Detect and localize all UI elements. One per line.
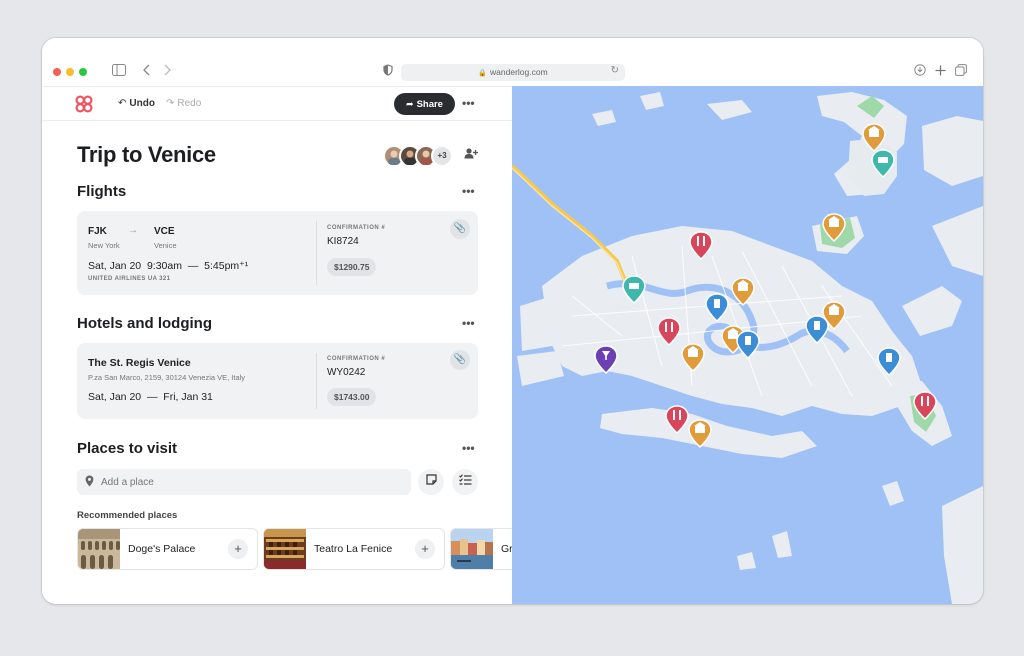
undo-label: Undo	[129, 98, 155, 109]
card-divider	[316, 221, 317, 285]
place-thumbnail	[451, 529, 493, 569]
address-bar[interactable]: 🔒 wanderlog.com ↻	[401, 64, 625, 81]
flight-card[interactable]: FJK New York → VCE Venice Sat, Jan 20 9:…	[77, 211, 478, 295]
add-place-input[interactable]	[101, 473, 401, 491]
arrival-airport-code: VCE	[154, 226, 175, 237]
trip-map[interactable]	[512, 86, 983, 604]
hotel-dates: Sat, Jan 20 — Fri, Jan 31	[88, 391, 213, 403]
flight-airline: UNITED AIRLINES UA 321	[88, 276, 171, 282]
lodging-more-icon[interactable]: •••	[462, 316, 475, 330]
trip-title[interactable]: Trip to Venice	[77, 142, 216, 168]
hotel-price[interactable]: $1743.00	[327, 388, 377, 406]
tab-overview-icon[interactable]	[955, 64, 967, 80]
redo-label: Redo	[177, 98, 202, 109]
places-more-icon[interactable]: •••	[462, 441, 475, 455]
venice-map-graphic[interactable]	[512, 86, 983, 604]
recommended-places-heading: Recommended places	[77, 510, 178, 521]
privacy-shield-icon[interactable]	[383, 64, 393, 80]
wanderlog-logo[interactable]	[75, 95, 93, 113]
place-thumbnail	[264, 529, 306, 569]
more-options-icon[interactable]: •••	[462, 96, 475, 110]
lodging-heading: Hotels and lodging	[77, 315, 212, 332]
download-icon[interactable]	[914, 64, 926, 80]
recommended-place-name: Doge's Palace	[128, 543, 196, 555]
reload-icon[interactable]: ↻	[611, 65, 619, 76]
flights-more-icon[interactable]: •••	[462, 184, 475, 198]
hotel-address: P.za San Marco, 2159, 30124 Venezia VE, …	[88, 373, 246, 382]
redo-button[interactable]: ↷ Redo	[166, 98, 201, 109]
flight-confirmation-number[interactable]: KI8724	[327, 236, 359, 247]
arrival-city: Venice	[154, 241, 177, 250]
add-place-field[interactable]	[77, 469, 411, 495]
lock-icon: 🔒	[478, 70, 488, 77]
sidebar-toggle-icon[interactable]	[112, 64, 126, 80]
undo-icon: ↶	[118, 98, 127, 109]
trip-panel: ↶ Undo ↷ Redo ➦ Share ••• Trip to Venice +3…	[42, 86, 520, 604]
add-place-plus-icon[interactable]: +	[415, 539, 435, 559]
attach-file-icon[interactable]: 📎	[450, 219, 470, 239]
lodging-card[interactable]: The St. Regis Venice P.za San Marco, 215…	[77, 343, 478, 419]
add-place-plus-icon[interactable]: +	[228, 539, 248, 559]
flight-confirmation-label: CONFIRMATION #	[327, 225, 386, 231]
arrow-right-icon: →	[128, 225, 138, 236]
share-label: Share	[416, 99, 443, 110]
card-divider	[316, 353, 317, 409]
add-checklist-button[interactable]	[452, 469, 478, 495]
hotel-name: The St. Regis Venice	[88, 357, 191, 369]
flight-price[interactable]: $1290.75	[327, 258, 377, 276]
departure-city: New York	[88, 241, 120, 250]
flight-schedule: Sat, Jan 20 9:30am — 5:45pm⁺¹	[88, 260, 249, 272]
close-window-button[interactable]	[53, 68, 61, 76]
hotel-confirmation-label: CONFIRMATION #	[327, 356, 386, 362]
location-pin-icon	[85, 475, 94, 490]
forward-icon[interactable]	[163, 64, 171, 80]
minimize-window-button[interactable]	[66, 68, 74, 76]
places-heading: Places to visit	[77, 440, 178, 457]
url-text: wanderlog.com	[490, 67, 548, 77]
share-button[interactable]: ➦ Share	[394, 93, 455, 115]
recommended-place-card[interactable]: Gra	[450, 528, 520, 570]
recommended-place-name: Teatro La Fenice	[314, 543, 393, 555]
maximize-window-button[interactable]	[79, 68, 87, 76]
browser-window: 🔒 wanderlog.com ↻ ↶ Undo ↷ Redo ➦ Share …	[42, 38, 983, 604]
back-icon[interactable]	[143, 64, 151, 80]
hotel-confirmation-number[interactable]: WY0242	[327, 367, 365, 378]
flights-heading: Flights	[77, 183, 127, 200]
recommended-place-card[interactable]: Teatro La Fenice +	[263, 528, 445, 570]
extra-collaborators-count[interactable]: +3	[431, 145, 453, 167]
attach-file-icon[interactable]: 📎	[450, 350, 470, 370]
departure-airport-code: FJK	[88, 226, 107, 237]
share-icon: ➦	[406, 99, 414, 109]
browser-toolbar: 🔒 wanderlog.com ↻	[42, 38, 983, 86]
undo-button[interactable]: ↶ Undo	[118, 98, 155, 109]
app-toolbar: ↶ Undo ↷ Redo ➦ Share •••	[42, 87, 512, 121]
add-collaborator-icon[interactable]	[464, 148, 478, 162]
recommended-place-card[interactable]: Doge's Palace +	[77, 528, 258, 570]
add-note-button[interactable]	[418, 469, 444, 495]
redo-icon: ↷	[166, 98, 175, 109]
new-tab-icon[interactable]	[935, 64, 946, 80]
place-thumbnail	[78, 529, 120, 569]
